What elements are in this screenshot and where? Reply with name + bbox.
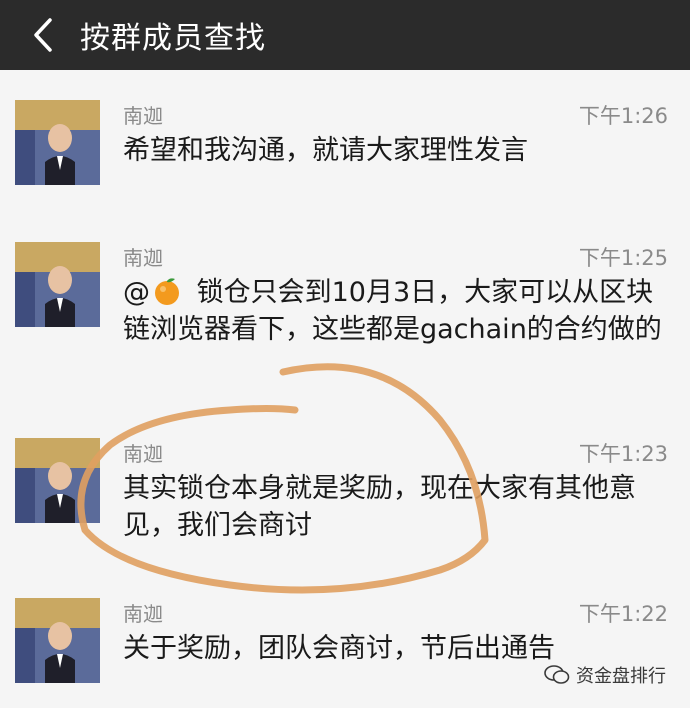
message-time: 下午1:25 [578, 246, 668, 270]
message-time: 下午1:22 [578, 602, 668, 626]
sender-name: 南迦 [123, 104, 163, 128]
watermark-text: 资金盘排行 [576, 666, 666, 687]
sender-name: 南迦 [123, 602, 163, 626]
avatar[interactable] [15, 438, 100, 523]
message-item[interactable]: 南迦 下午1:26 希望和我沟通，就请大家理性发言 [0, 70, 690, 213]
orange-emoji-icon [155, 278, 179, 305]
message-time: 下午1:26 [578, 104, 668, 128]
back-button[interactable] [18, 0, 68, 70]
avatar[interactable] [15, 242, 100, 327]
top-bar: 按群成员查找 [0, 0, 690, 70]
message-item[interactable]: 南迦 下午1:23 其实锁仓本身就是奖励，现在大家有其他意见，我们会商讨 [0, 408, 690, 569]
message-text: 希望和我沟通，就请大家理性发言 [123, 135, 528, 166]
message-text: @ 锁仓只会到10月3日，大家可以从区块链浏览器看下，这些都是gachain的合… [123, 274, 673, 348]
wechat-icon [544, 665, 570, 684]
message-item[interactable]: 南迦 下午1:25 @ 锁仓只会到10月3日，大家可以从区块链浏览器看下，这些都… [0, 212, 690, 409]
sender-name: 南迦 [123, 246, 163, 270]
message-time: 下午1:23 [578, 442, 668, 466]
mention-at[interactable]: @ [123, 277, 150, 308]
avatar[interactable] [15, 100, 100, 185]
message-text: 其实锁仓本身就是奖励，现在大家有其他意见，我们会商讨 [123, 473, 636, 541]
avatar[interactable] [15, 598, 100, 683]
message-text-body: 锁仓只会到10月3日，大家可以从区块链浏览器看下，这些都是gachain的合约做… [123, 277, 662, 345]
back-chevron-icon [34, 18, 52, 52]
watermark: 资金盘排行 [544, 662, 666, 688]
page-title: 按群成员查找 [80, 21, 266, 56]
sender-name: 南迦 [123, 442, 163, 466]
